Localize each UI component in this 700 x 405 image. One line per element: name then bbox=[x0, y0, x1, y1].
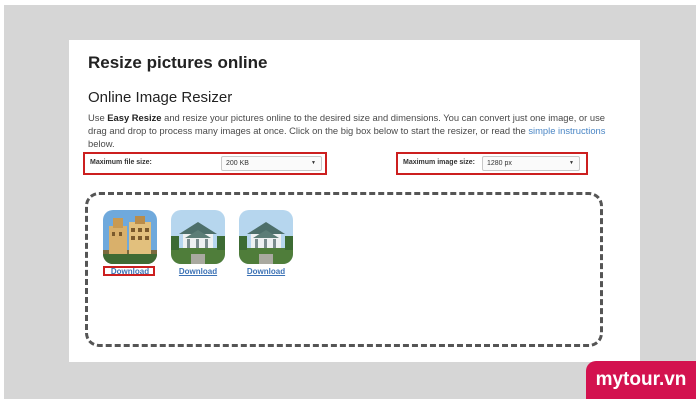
max-file-size-select[interactable]: 200 KB ▼ bbox=[221, 156, 322, 171]
drop-zone[interactable] bbox=[85, 192, 603, 347]
resizer-panel: Resize pictures online Online Image Resi… bbox=[69, 40, 640, 362]
intro-text: Use Easy Resize and resize your pictures… bbox=[88, 112, 606, 149]
caret-down-icon: ▼ bbox=[569, 160, 574, 166]
download-highlight bbox=[103, 266, 155, 276]
image-thumbnail[interactable] bbox=[103, 210, 157, 264]
image-thumbnail[interactable] bbox=[239, 210, 293, 264]
max-image-size-setting: Maximum image size: 1280 px ▼ bbox=[396, 152, 588, 175]
pagoda-building-image bbox=[239, 210, 293, 264]
hotel-building-image bbox=[103, 210, 157, 264]
max-file-size-setting: Maximum file size: 200 KB ▼ bbox=[83, 152, 327, 175]
image-thumbnail[interactable] bbox=[171, 210, 225, 264]
simple-instructions-link[interactable]: simple instructions bbox=[528, 125, 605, 136]
easy-resize-brand: Easy Resize bbox=[107, 112, 162, 123]
page-title: Resize pictures online bbox=[88, 53, 268, 72]
download-link[interactable]: Download bbox=[171, 267, 225, 276]
caret-down-icon: ▼ bbox=[311, 160, 316, 166]
pagoda-building-image bbox=[171, 210, 225, 264]
download-link[interactable]: Download bbox=[239, 267, 293, 276]
max-image-size-label: Maximum image size: bbox=[403, 159, 475, 166]
max-image-size-select[interactable]: 1280 px ▼ bbox=[482, 156, 580, 171]
mytour-watermark: mytour.vn bbox=[586, 361, 696, 399]
max-file-size-label: Maximum file size: bbox=[90, 159, 152, 166]
section-title: Online Image Resizer bbox=[88, 89, 233, 106]
